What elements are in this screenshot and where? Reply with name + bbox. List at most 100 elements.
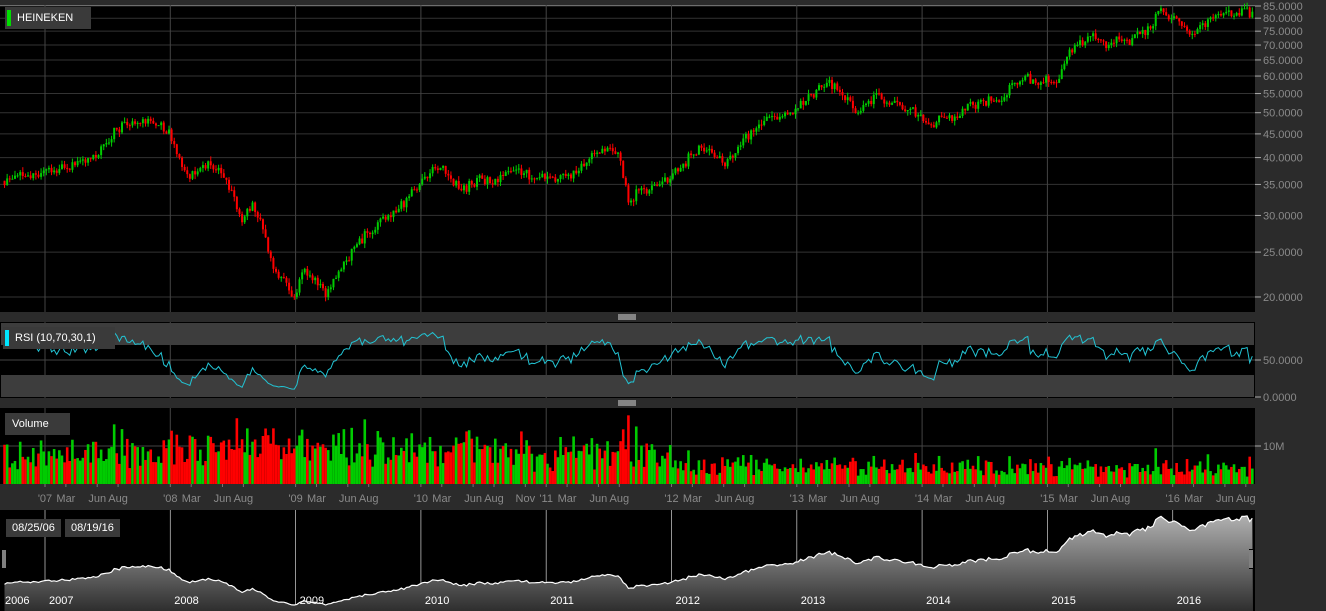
- volume-bar: [337, 433, 340, 484]
- volume-bar: [1157, 466, 1160, 484]
- candle-body: [275, 268, 278, 272]
- x-axis-label: Mar: [683, 493, 702, 505]
- candle-body: [669, 178, 672, 183]
- candle-body: [233, 190, 236, 197]
- candle-body: [222, 173, 225, 178]
- x-axis-label: Nov: [516, 493, 536, 505]
- candle-body: [893, 100, 896, 103]
- candle-body: [1118, 36, 1121, 40]
- candle-body: [603, 148, 606, 152]
- volume-bar: [546, 463, 549, 484]
- volume-bar: [739, 465, 742, 484]
- volume-bar: [1052, 476, 1056, 484]
- candle-body: [1029, 73, 1032, 84]
- candle-body: [622, 160, 625, 178]
- candle-body: [585, 162, 588, 166]
- volume-bar: [180, 447, 184, 484]
- candle-body: [979, 100, 982, 102]
- volume-bar: [1110, 471, 1113, 484]
- candle-body: [1060, 69, 1063, 79]
- x-axis-label: Aug: [610, 493, 630, 505]
- candle-body: [285, 277, 288, 283]
- candle-body: [666, 177, 669, 183]
- volume-bar: [1206, 454, 1210, 484]
- navigator-end-date[interactable]: 08/19/16: [65, 519, 120, 537]
- candle-body: [395, 210, 398, 213]
- stock-chart: 85.0000 80.0000 75.0000 70.0000 65.0000 60.00…: [0, 0, 1326, 611]
- volume-bar: [574, 457, 578, 484]
- volume-bar: [1104, 466, 1108, 484]
- volume-bar: [843, 465, 847, 484]
- symbol-label[interactable]: HEINEKEN: [5, 7, 91, 29]
- candle-body: [115, 127, 118, 130]
- candle-body: [1167, 15, 1170, 20]
- volume-bar: [394, 454, 398, 484]
- candle-body: [345, 260, 348, 262]
- candle-body: [121, 122, 124, 133]
- candle-body: [515, 169, 518, 171]
- volume-bar: [386, 457, 390, 484]
- candle-body: [998, 100, 1001, 102]
- navigator-start-date[interactable]: 08/25/06: [6, 519, 61, 537]
- volume-bar: [52, 449, 56, 484]
- volume-bar: [120, 429, 124, 484]
- volume-bar: [274, 444, 278, 484]
- symbol-name: HEINEKEN: [17, 12, 74, 24]
- candle-body: [943, 116, 946, 118]
- candle-body: [1037, 82, 1040, 85]
- candle-body: [21, 172, 24, 176]
- volume-bar: [1060, 461, 1064, 484]
- volume-bar: [415, 456, 419, 484]
- volume-bar: [39, 440, 43, 484]
- candle-body: [583, 163, 586, 166]
- volume-bar: [540, 454, 544, 484]
- candle-body: [238, 209, 241, 215]
- volume-bar: [480, 449, 484, 484]
- candle-body: [1209, 17, 1212, 20]
- volume-bar: [812, 469, 816, 484]
- candle-body: [1225, 11, 1228, 14]
- navigator-right-handle[interactable]: [1249, 549, 1254, 569]
- navigator-left-handle[interactable]: [2, 549, 7, 569]
- candle-body: [734, 153, 737, 158]
- volume-bar: [199, 449, 202, 484]
- volume-bar: [755, 459, 758, 484]
- volume-bar: [653, 449, 656, 484]
- volume-bar: [295, 445, 299, 484]
- candle-body: [977, 101, 980, 109]
- candle-body: [901, 104, 904, 110]
- volume-bar: [577, 450, 581, 484]
- candle-body: [152, 120, 155, 124]
- candle-body: [387, 215, 390, 220]
- x-axis-label: Mar: [934, 493, 953, 505]
- volume-bar: [303, 457, 307, 484]
- volume-bar: [1076, 465, 1079, 484]
- volume-bar: [1123, 470, 1126, 484]
- rsi-axis-label: 0.0000: [1263, 392, 1297, 404]
- volume-bar: [507, 457, 510, 484]
- candle-body: [580, 163, 583, 171]
- candle-body: [368, 232, 371, 235]
- rsi-label[interactable]: RSI (10,70,30,1): [3, 327, 115, 349]
- chart-canvas[interactable]: 85.000080.000075.0000 70.0000 65.0000 60.00…: [0, 0, 1326, 611]
- volume-bar: [953, 471, 957, 484]
- volume-bar: [601, 458, 604, 484]
- volume-label[interactable]: Volume: [5, 413, 70, 435]
- candle-body: [374, 229, 377, 233]
- candle-body: [966, 103, 969, 111]
- candle-body: [525, 169, 528, 174]
- candle-body: [935, 122, 938, 128]
- candle-body: [107, 142, 110, 144]
- volume-bar: [499, 448, 502, 484]
- volume-bar: [1162, 463, 1165, 484]
- candle-body: [254, 202, 257, 213]
- volume-bar: [193, 439, 197, 484]
- x-axis-label: Jun: [339, 493, 357, 505]
- volume-bar: [259, 453, 262, 484]
- candle-body: [1123, 39, 1126, 41]
- candle-body: [616, 152, 619, 154]
- candle-body: [1065, 56, 1068, 64]
- volume-bar: [880, 466, 883, 484]
- x-axis-label: Jun: [464, 493, 482, 505]
- volume-bar: [219, 442, 223, 484]
